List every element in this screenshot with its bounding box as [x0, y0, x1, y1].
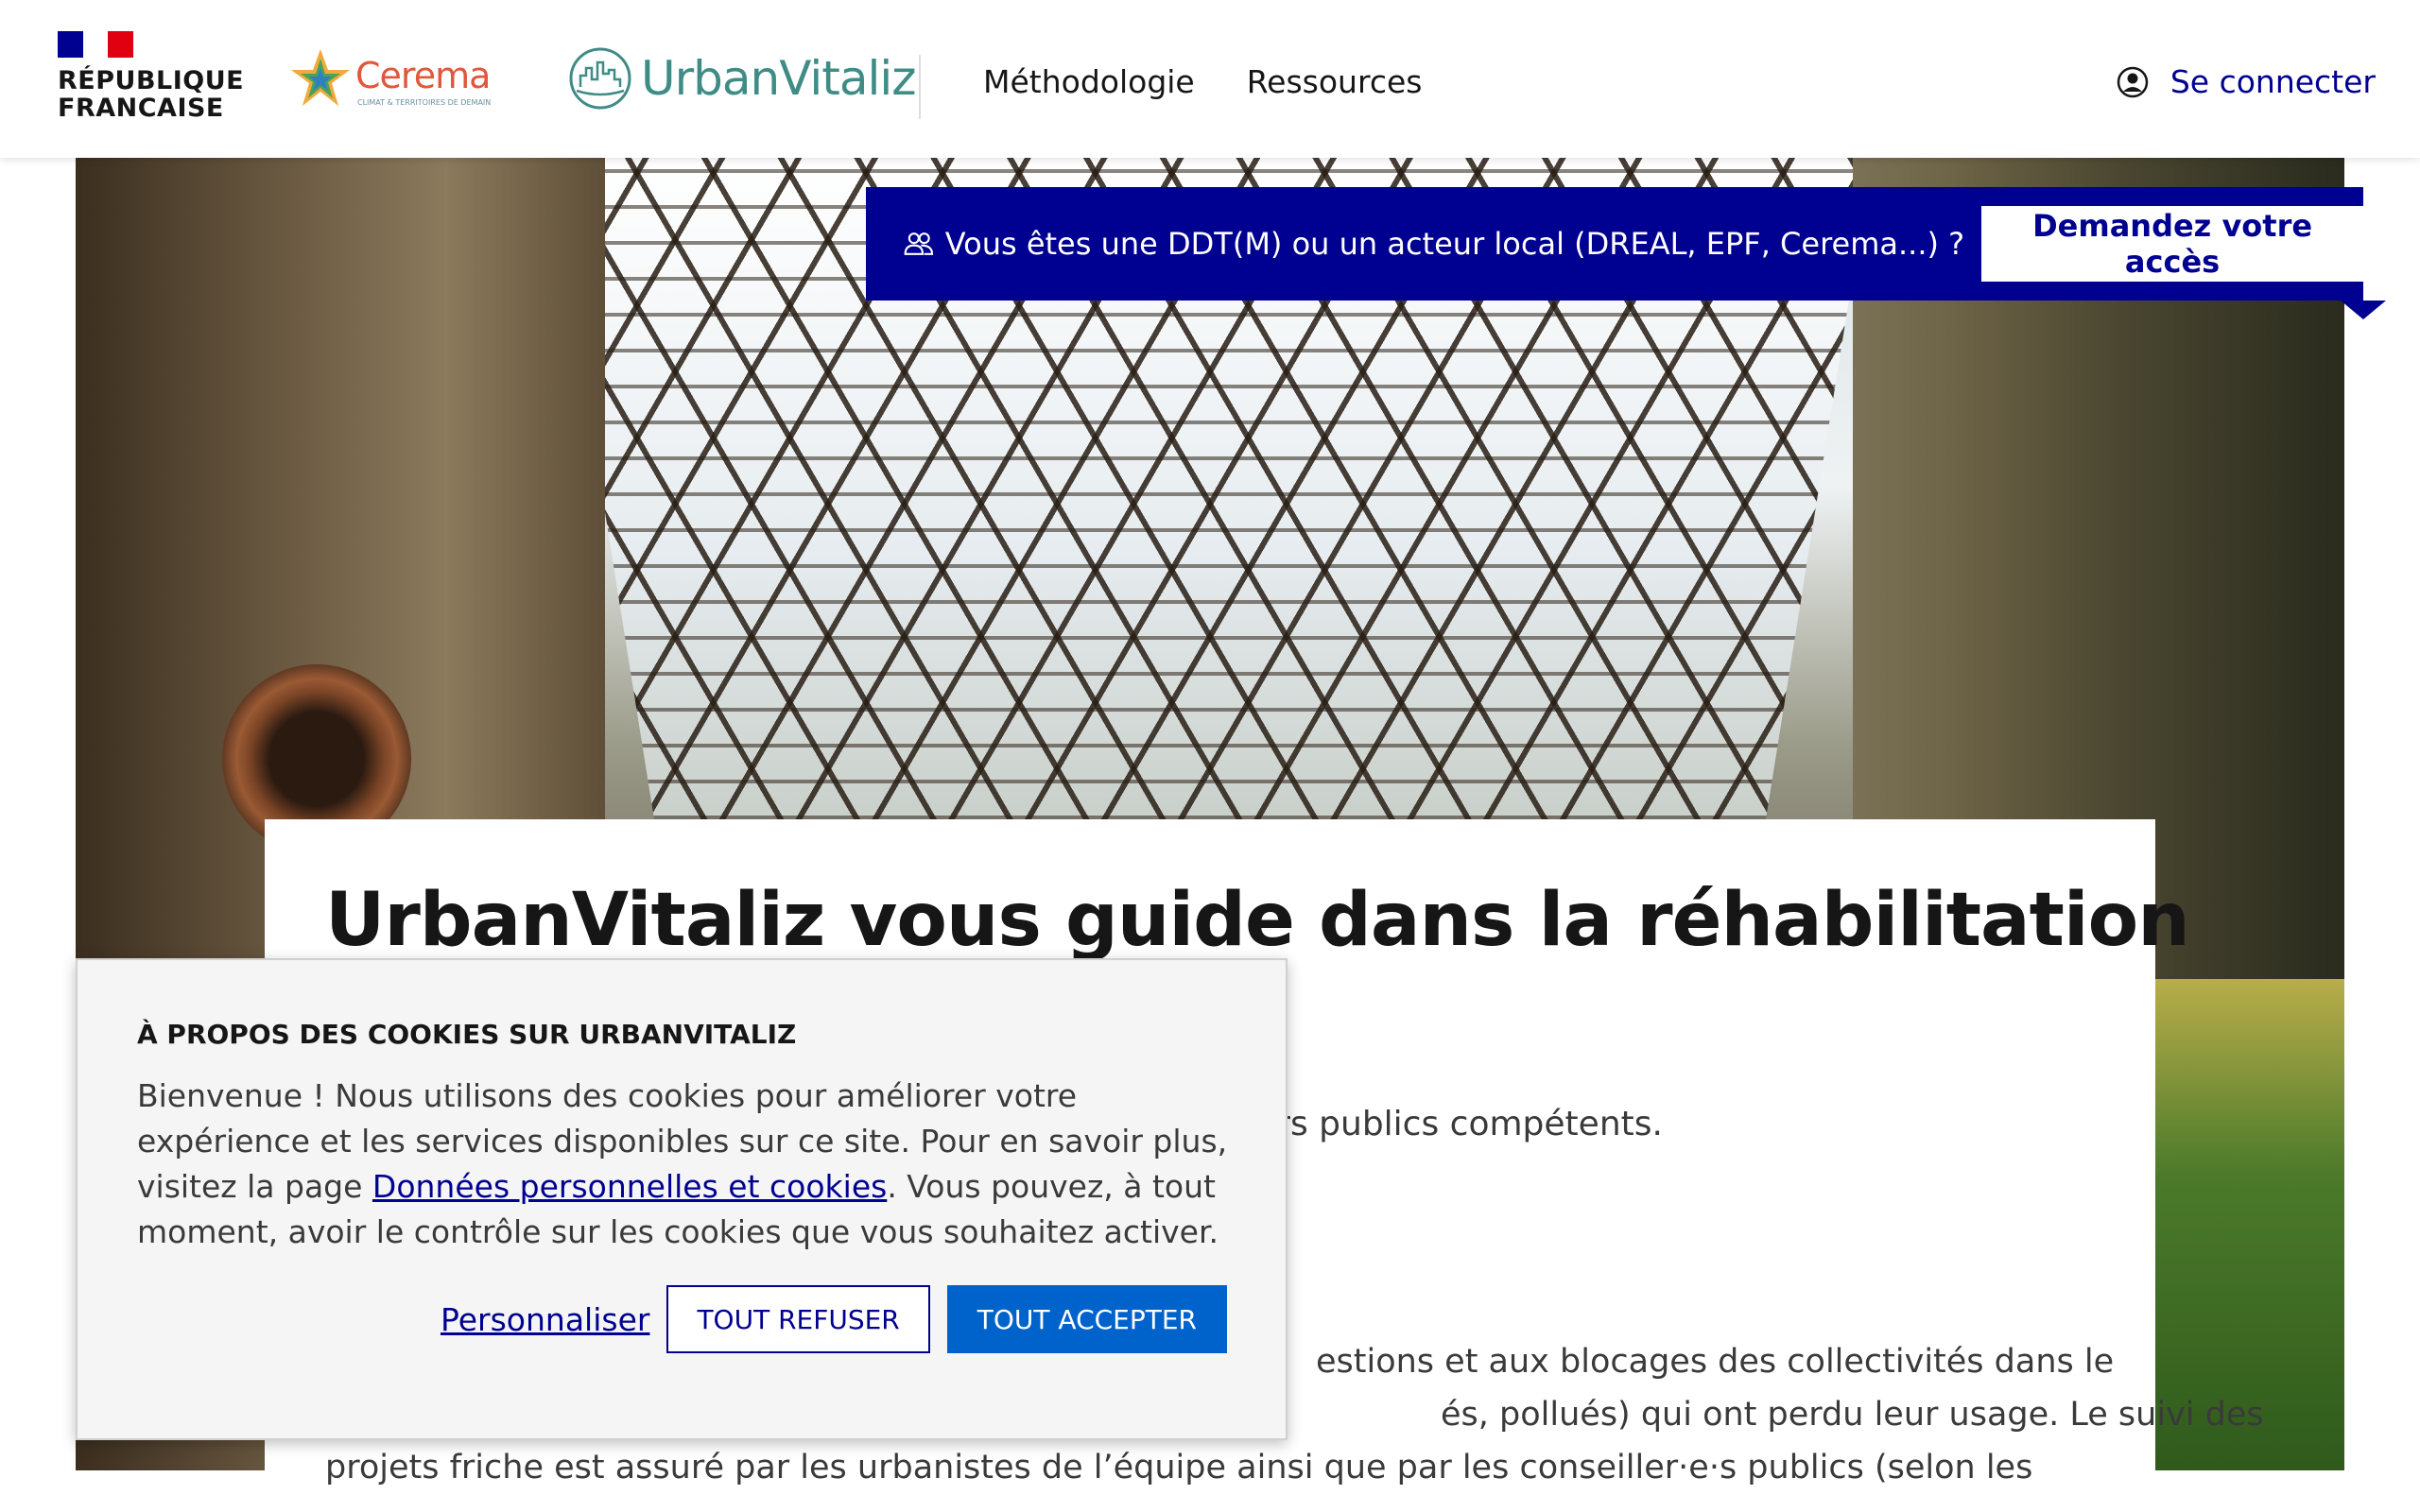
refuse-all-cookies-button[interactable]: TOUT REFUSER	[666, 1285, 930, 1353]
cerema-tagline: CLIMAT & TERRITOIRES DE DEMAIN	[357, 98, 492, 107]
urbanvitaliz-city-icon	[569, 47, 631, 110]
main-nav: Méthodologie Ressources	[983, 59, 1422, 106]
user-account-icon	[2117, 66, 2149, 98]
description-line: projets friche est assuré par les urbani…	[325, 1449, 2033, 1486]
marianne-logo[interactable]	[58, 31, 134, 58]
users-group-icon	[904, 232, 934, 255]
nav-link-ressources[interactable]: Ressources	[1247, 59, 1423, 106]
access-request-banner: Vous êtes une DDT(M) ou un acteur local …	[866, 187, 2363, 301]
login-link[interactable]: Se connecter	[2116, 59, 2376, 106]
description-line: estions et aux blocages des collectivité…	[1316, 1343, 2115, 1381]
republique-francaise-label: RÉPUBLIQUE FRANCAISE	[58, 66, 245, 123]
access-banner-text: Vous êtes une DDT(M) ou un acteur local …	[944, 226, 1965, 262]
urbanvitaliz-brand-name: UrbanVitaliz	[641, 51, 916, 106]
cookie-consent-banner: À PROPOS DES COOKIES SUR URBANVITALIZ Bi…	[76, 958, 1288, 1440]
accept-all-cookies-button[interactable]: TOUT ACCEPTER	[946, 1285, 1227, 1353]
cerema-logo[interactable]: Cerema CLIMAT & TERRITOIRES DE DEMAIN	[287, 45, 492, 112]
page-title: UrbanVitaliz vous guide dans la réhabili…	[325, 878, 2190, 963]
banner-ribbon-tail	[2341, 301, 2386, 319]
header-divider	[919, 55, 921, 119]
hero-subtitle: llers publics compétents.	[1236, 1105, 1663, 1143]
cookie-actions: Personnaliser TOUT REFUSER TOUT ACCEPTER	[441, 1285, 1227, 1353]
cookie-banner-text: Bienvenue ! Nous utilisons des cookies p…	[137, 1077, 1228, 1250]
customize-cookies-button[interactable]: Personnaliser	[441, 1301, 649, 1338]
request-access-button[interactable]: Demandez votre accès	[1981, 206, 2363, 282]
nav-link-methodologie[interactable]: Méthodologie	[983, 59, 1195, 106]
french-flag-icon	[58, 31, 134, 58]
cookie-banner-title: À PROPOS DES COOKIES SUR URBANVITALIZ	[137, 1019, 797, 1050]
urbanvitaliz-logo[interactable]: UrbanVitaliz	[567, 45, 916, 112]
privacy-policy-link[interactable]: Données personnelles et cookies	[372, 1168, 887, 1205]
description-line: és, pollués) qui ont perdu leur usage. L…	[1441, 1396, 2264, 1434]
site-header: RÉPUBLIQUE FRANCAISE Cerema CLIMAT & TER…	[0, 0, 2420, 158]
cerema-star-icon	[291, 49, 350, 106]
login-label: Se connecter	[2169, 63, 2376, 100]
cerema-name: Cerema	[355, 55, 491, 96]
